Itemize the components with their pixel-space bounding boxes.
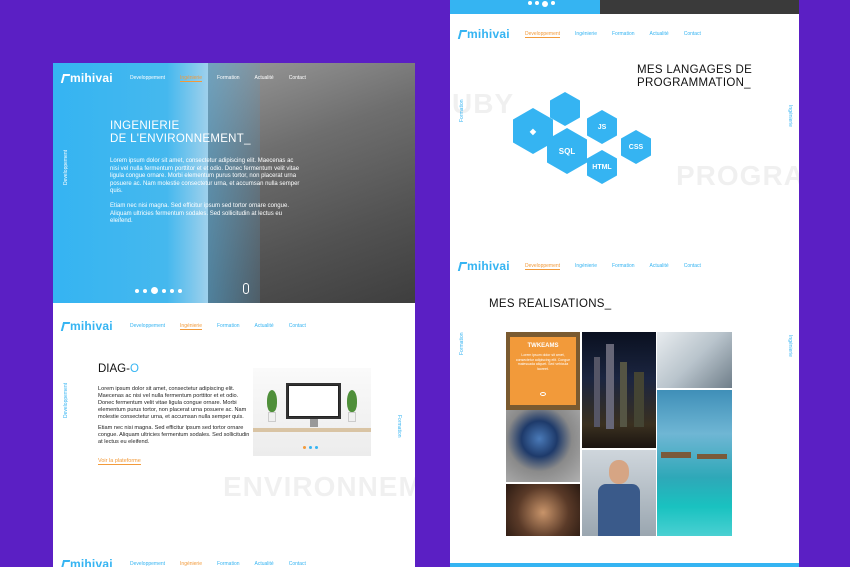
portfolio-tile-twkeams[interactable]: TWKEAMS Lorem ipsum dolor sit amet, cons… — [506, 332, 580, 410]
nav-link-contact[interactable]: Contact — [289, 323, 306, 330]
bottom-nav: mihivai Developpement Ingénierie Formati… — [53, 553, 415, 567]
desk — [253, 428, 371, 432]
langages-side-left[interactable]: Formation — [459, 99, 465, 122]
diag-paragraph-2: Etiam nec nisi magna. Sed efficitur ipsu… — [98, 425, 250, 445]
image-dots — [303, 446, 318, 449]
slider-dot[interactable] — [170, 288, 174, 293]
portfolio-tile-globe[interactable] — [506, 410, 580, 482]
left-artboard: mihivai Developpement Ingénierie Formati… — [53, 63, 415, 567]
nav-link-contact[interactable]: Contact — [684, 31, 701, 38]
slider-dots — [528, 1, 555, 7]
card-text: Lorem ipsum dolor sit amet, consectetur … — [515, 353, 571, 371]
nav-link-formation[interactable]: Formation — [217, 75, 240, 82]
realisations-title: MES REALISATIONS_ — [489, 298, 612, 310]
card-title: TWKEAMS — [527, 343, 559, 349]
nav-link-ingenierie[interactable]: Ingénierie — [180, 323, 202, 330]
diag-side-left[interactable]: Developpement — [63, 383, 69, 418]
langages-nav: mihivai Developpement Ingénierie Formati… — [450, 23, 799, 45]
logo-icon — [60, 560, 71, 567]
realisations-side-left[interactable]: Formation — [459, 332, 465, 355]
nav-link-developpement[interactable]: Developpement — [525, 263, 561, 270]
logo[interactable]: mihivai — [60, 71, 113, 85]
nav-link-contact[interactable]: Contact — [289, 561, 306, 567]
nav-links: Developpement Ingénierie Formation Actua… — [525, 31, 716, 38]
nav-links: Developpement Ingénierie Formation Actua… — [525, 263, 716, 270]
slider-dot[interactable] — [143, 288, 147, 293]
plant-right — [345, 390, 359, 424]
portfolio-tile-lagoon[interactable] — [657, 390, 732, 536]
diag-ghost-text: ENVIRONNEMENT — [223, 471, 415, 502]
nav-link-actualite[interactable]: Actualité — [650, 31, 669, 38]
hero-paragraph-2: Etiam nec nisi magna. Sed efficitur ipsu… — [110, 203, 289, 225]
slider-dot-active[interactable] — [151, 287, 158, 294]
nav-link-formation[interactable]: Formation — [612, 263, 635, 270]
slider-dot[interactable] — [135, 288, 139, 293]
logo[interactable]: mihivai — [60, 319, 113, 333]
hex-sql-icon: SQL — [547, 128, 587, 174]
slider-dot[interactable] — [162, 288, 166, 293]
hero-section: mihivai Developpement Ingénierie Formati… — [53, 63, 415, 303]
nav-links: Developpement Ingénierie Formation Actua… — [130, 75, 321, 82]
monitor-image — [286, 383, 341, 427]
nav-link-ingenierie[interactable]: Ingénierie — [180, 561, 202, 567]
langages-title: MES LANGAGES DE PROGRAMMATION_ — [637, 64, 753, 89]
nav-link-developpement[interactable]: Developpement — [525, 31, 561, 38]
nav-link-ingenierie[interactable]: Ingénierie — [180, 75, 202, 82]
plant-left — [265, 390, 279, 424]
logo[interactable]: mihivai — [60, 557, 113, 567]
nav-link-developpement[interactable]: Developpement — [130, 561, 165, 567]
bottom-accent-bar — [450, 563, 799, 567]
hero-nav: mihivai Developpement Ingénierie Formati… — [53, 67, 415, 89]
realisations-nav: mihivai Developpement Ingénierie Formati… — [450, 255, 799, 277]
portfolio-tile-helmet[interactable] — [506, 484, 580, 536]
logo[interactable]: mihivai — [457, 259, 510, 273]
hex-html-icon: HTML — [587, 150, 617, 184]
logo[interactable]: mihivai — [457, 27, 510, 41]
hex-css-icon: CSS — [621, 130, 651, 164]
diag-paragraph-1: Lorem ipsum dolor sit amet, consectetur … — [98, 386, 247, 420]
nav-link-formation[interactable]: Formation — [217, 323, 240, 330]
nav-link-actualite[interactable]: Actualité — [650, 263, 669, 270]
realisations-side-right[interactable]: Ingénierie — [787, 335, 793, 357]
hex-symfony-icon — [550, 92, 580, 126]
nav-link-actualite[interactable]: Actualité — [255, 75, 274, 82]
nav-links: Developpement Ingénierie Formation Actua… — [130, 561, 321, 567]
nav-link-actualite[interactable]: Actualité — [255, 323, 274, 330]
portfolio-tile-city[interactable] — [582, 332, 656, 448]
scroll-mouse-icon[interactable] — [243, 283, 249, 294]
previous-slide-strip — [450, 0, 799, 14]
nav-link-developpement[interactable]: Developpement — [130, 75, 165, 82]
nav-link-formation[interactable]: Formation — [217, 561, 240, 567]
hero-side-label[interactable]: Developpement — [63, 150, 69, 185]
nav-links: Developpement Ingénierie Formation Actua… — [130, 323, 321, 330]
hero-paragraph-1: Lorem ipsum dolor sit amet, consectetur … — [110, 158, 300, 195]
platform-link[interactable]: Voir la plateforme — [98, 458, 141, 465]
workspace-image — [253, 368, 371, 456]
portfolio-tile-man[interactable] — [582, 450, 656, 536]
portfolio-tile-hands[interactable] — [657, 332, 732, 388]
portfolio-card: TWKEAMS Lorem ipsum dolor sit amet, cons… — [510, 337, 576, 405]
logo-icon — [457, 262, 468, 271]
nav-link-contact[interactable]: Contact — [684, 263, 701, 270]
nav-link-formation[interactable]: Formation — [612, 31, 635, 38]
nav-link-developpement[interactable]: Developpement — [130, 323, 165, 330]
nav-link-ingenierie[interactable]: Ingénierie — [575, 31, 597, 38]
hero-title: INGENIERIE DE L'ENVIRONNEMENT_ — [110, 120, 251, 145]
logo-icon — [60, 74, 71, 83]
diag-side-right[interactable]: Formation — [396, 415, 402, 438]
diag-nav: mihivai Developpement Ingénierie Formati… — [53, 315, 415, 337]
logo-icon — [60, 322, 71, 331]
nav-link-ingenierie[interactable]: Ingénierie — [575, 263, 597, 270]
langages-side-right[interactable]: Ingénierie — [787, 105, 793, 127]
nav-link-contact[interactable]: Contact — [289, 75, 306, 82]
diag-title: DIAG-O — [98, 363, 139, 375]
right-artboard: mihivai Developpement Ingénierie Formati… — [450, 0, 799, 567]
langages-ghost-right: PROGRA — [676, 160, 799, 191]
nav-link-actualite[interactable]: Actualité — [255, 561, 274, 567]
eye-icon[interactable] — [540, 392, 546, 396]
logo-icon — [457, 30, 468, 39]
slider-dot[interactable] — [178, 288, 182, 293]
hex-js-icon: JS — [587, 110, 617, 144]
slider-dots — [135, 287, 186, 294]
